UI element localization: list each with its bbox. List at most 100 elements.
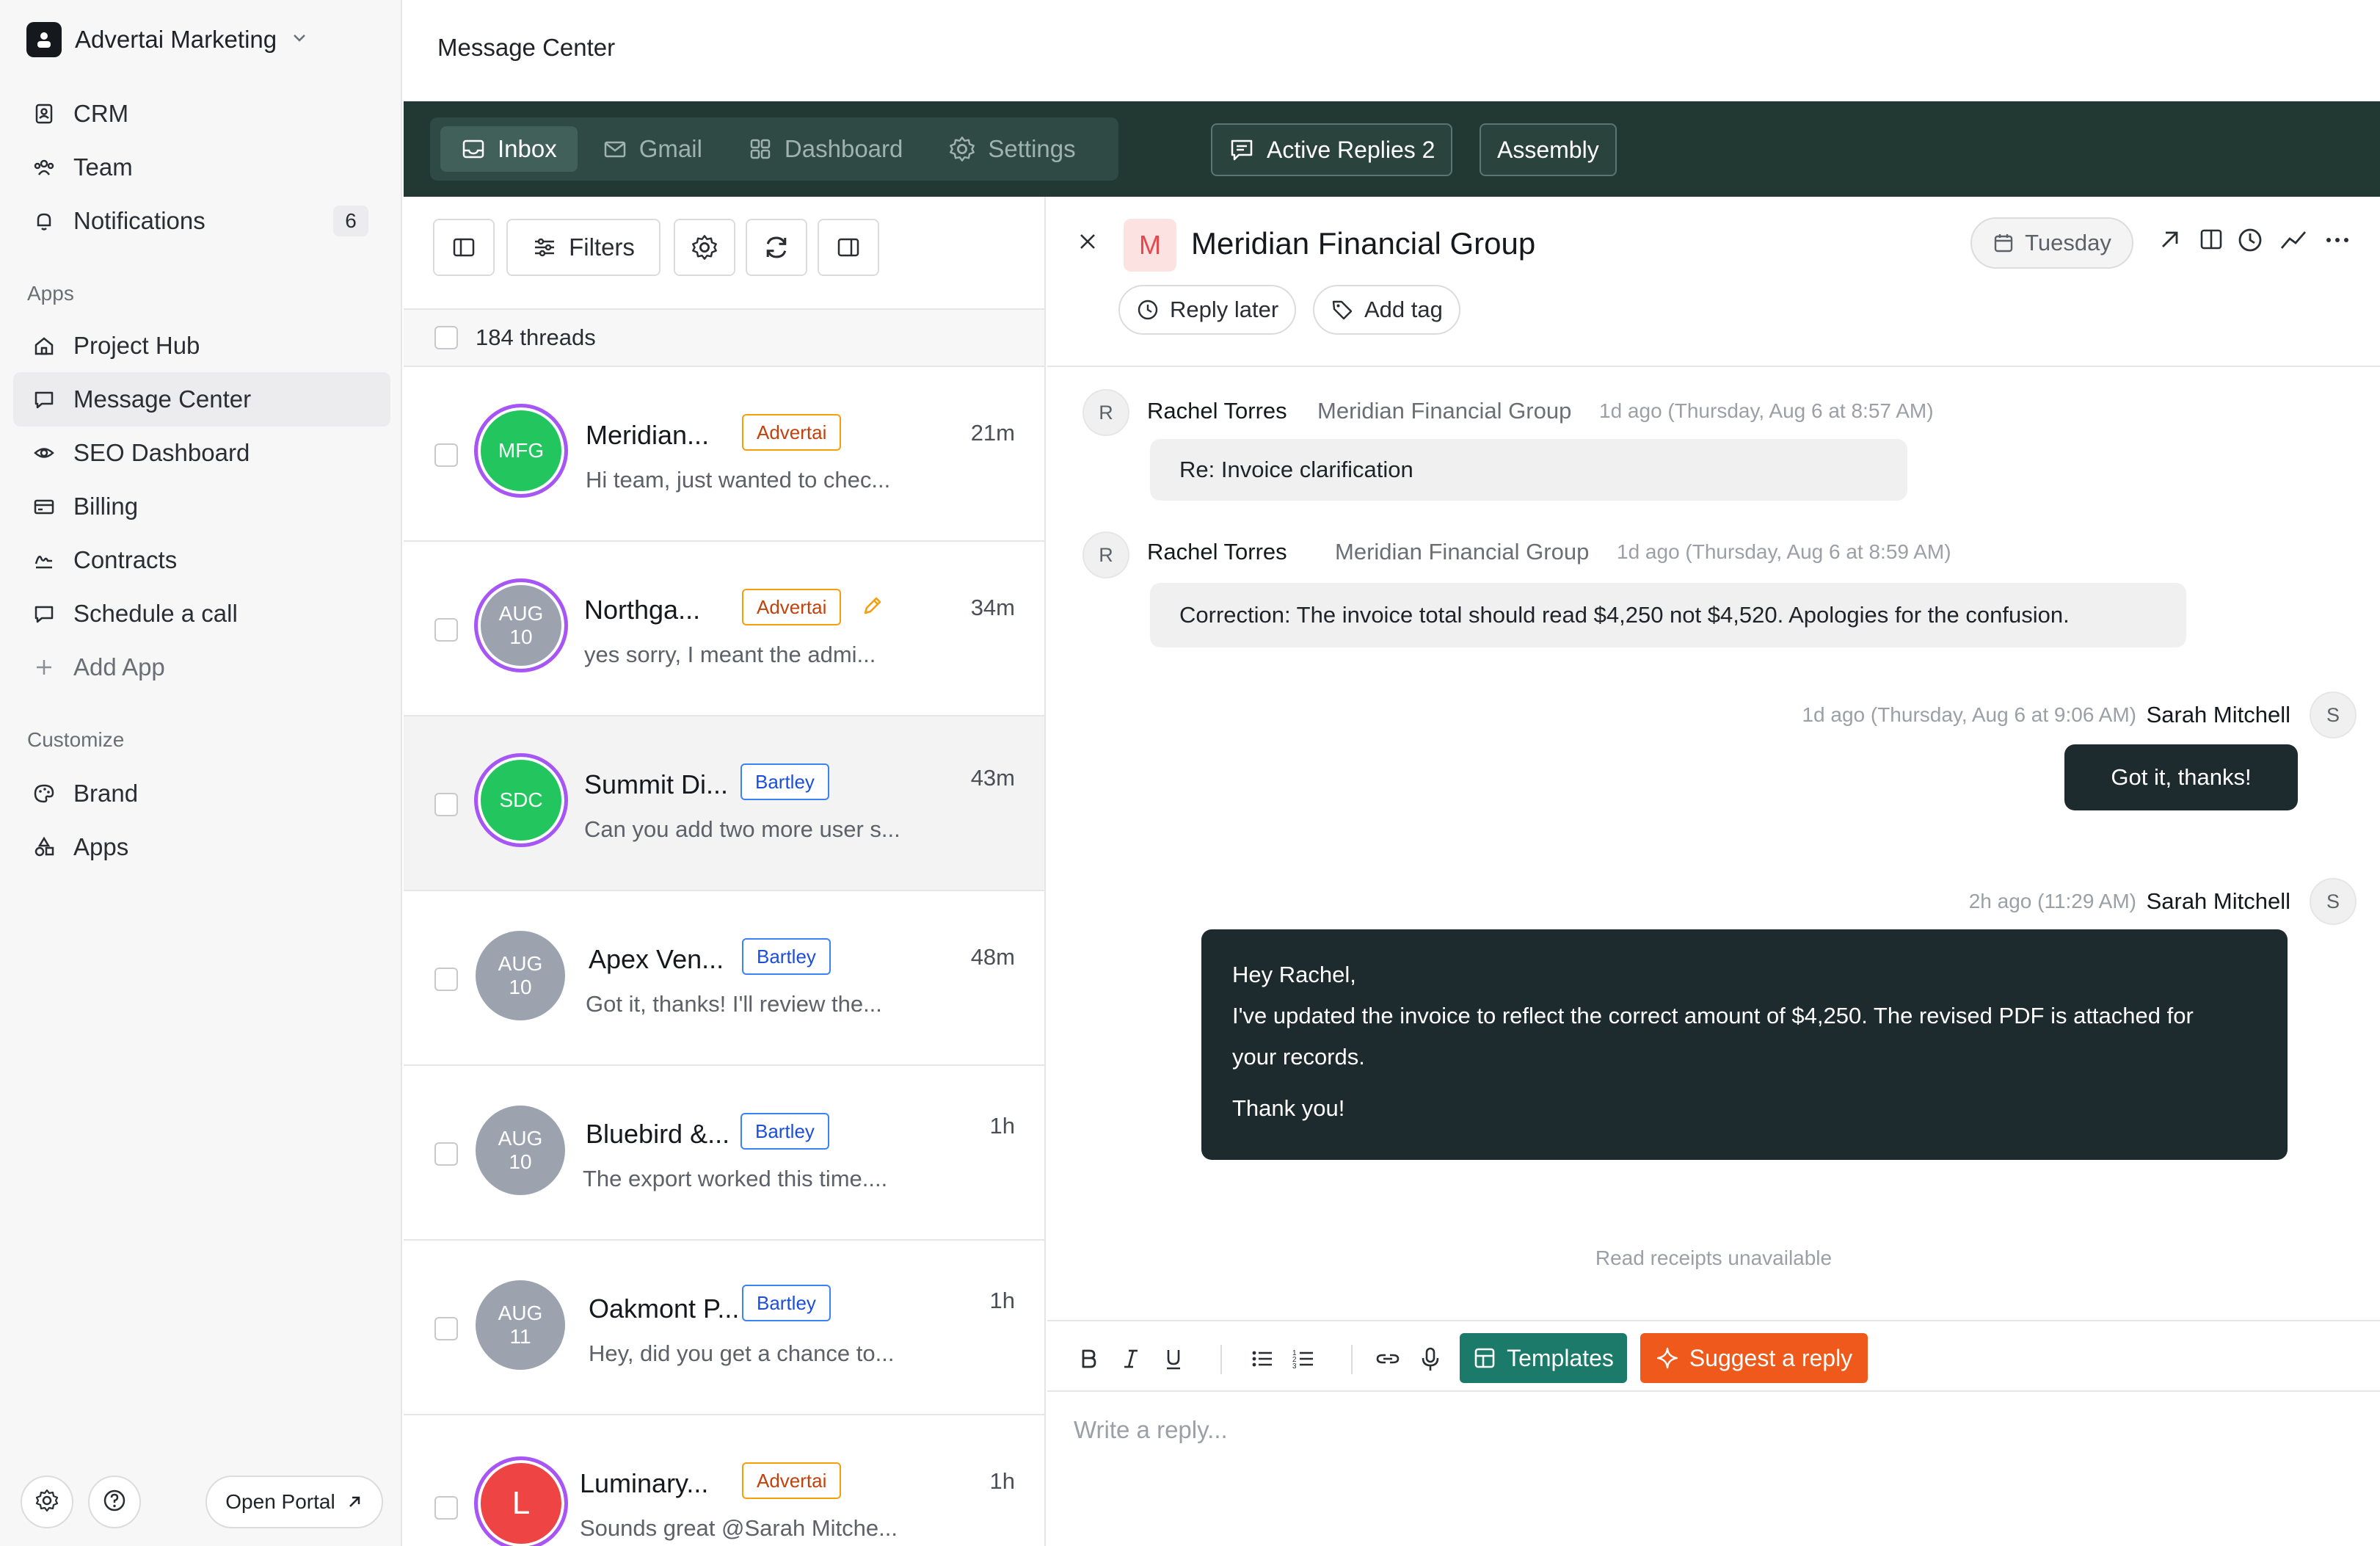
thread-row[interactable]: MFG Meridian... Advertai 21m Hi team, ju… bbox=[404, 367, 1044, 542]
composer-toolbar: 123 Templates Suggest a reply bbox=[1047, 1320, 2380, 1392]
sidebar-item-notifications[interactable]: Notifications 6 bbox=[13, 194, 390, 248]
toggle-sidebar-button[interactable] bbox=[433, 219, 495, 276]
sidebar-item-brand[interactable]: Brand bbox=[13, 766, 390, 821]
grid-icon bbox=[748, 137, 773, 162]
microphone-icon[interactable] bbox=[1419, 1346, 1442, 1376]
tab-gmail[interactable]: Gmail bbox=[582, 126, 723, 172]
sidebar-item-message-center[interactable]: Message Center bbox=[13, 372, 390, 427]
thread-row[interactable]: AUG 11 Oakmont P... Bartley 1h Hey, did … bbox=[404, 1241, 1044, 1415]
workspace-logo-icon bbox=[26, 22, 62, 57]
gear-icon bbox=[692, 235, 717, 260]
split-panel-icon[interactable] bbox=[2198, 226, 2224, 256]
date-pill[interactable]: Tuesday bbox=[1970, 217, 2133, 269]
thread-row[interactable]: AUG 10 Northga... Advertai 34m yes sorry… bbox=[404, 542, 1044, 716]
chat-bubble-icon bbox=[31, 386, 57, 413]
thread-checkbox[interactable] bbox=[434, 968, 458, 991]
sliders-icon bbox=[535, 238, 555, 257]
assembly-button[interactable]: Assembly bbox=[1480, 123, 1617, 176]
tab-settings[interactable]: Settings bbox=[928, 126, 1096, 172]
underline-icon[interactable] bbox=[1162, 1346, 1185, 1375]
sidebar-item-label: Project Hub bbox=[73, 332, 200, 359]
clock-icon bbox=[1136, 298, 1160, 322]
message-timestamp: 1d ago (Thursday, Aug 6 at 9:06 AM) bbox=[1802, 703, 2136, 726]
thread-count: 184 threads bbox=[476, 324, 596, 350]
thread-snippet: Got it, thanks! I'll review the... bbox=[586, 991, 882, 1017]
thread-snippet: The export worked this time.... bbox=[583, 1166, 888, 1191]
add-tag-button[interactable]: Add tag bbox=[1313, 285, 1460, 335]
thread-row[interactable]: L Luminary... Advertai 1h Sounds great @… bbox=[404, 1415, 1044, 1546]
sidebar-item-team[interactable]: Team bbox=[13, 140, 390, 195]
tab-label: Settings bbox=[988, 135, 1076, 162]
tab-dashboard[interactable]: Dashboard bbox=[727, 126, 923, 172]
reply-input[interactable] bbox=[1072, 1415, 2246, 1445]
message-sender: Sarah Mitchell bbox=[2146, 702, 2290, 727]
page-header: Message Center bbox=[404, 0, 2380, 101]
sidebar-item-seo-dashboard[interactable]: SEO Dashboard bbox=[13, 426, 390, 480]
filters-button[interactable]: Filters bbox=[506, 219, 660, 276]
tab-label: Gmail bbox=[638, 135, 702, 162]
avatar-text: 10 bbox=[509, 625, 533, 648]
reply-later-button[interactable]: Reply later bbox=[1118, 285, 1297, 335]
thread-row[interactable]: SDC Summit Di... Bartley 43m Can you add… bbox=[404, 716, 1044, 891]
numbered-list-icon[interactable]: 123 bbox=[1291, 1346, 1316, 1375]
tab-inbox[interactable]: Inbox bbox=[440, 126, 578, 172]
sidebar-item-label: Notifications bbox=[73, 207, 205, 234]
sidebar-item-project-hub[interactable]: Project Hub bbox=[13, 319, 390, 373]
workspace-switcher[interactable]: Advertai Marketing bbox=[26, 21, 309, 59]
bullet-list-icon[interactable] bbox=[1250, 1346, 1275, 1375]
close-icon[interactable] bbox=[1075, 229, 1100, 258]
thread-row[interactable]: AUG 10 Bluebird &... Bartley 1h The expo… bbox=[404, 1066, 1044, 1241]
clock-icon[interactable] bbox=[2236, 226, 2264, 258]
italic-icon[interactable] bbox=[1119, 1346, 1143, 1375]
thread-checkbox[interactable] bbox=[434, 1317, 458, 1340]
thread-row[interactable]: AUG 10 Apex Ven... Bartley 48m Got it, t… bbox=[404, 891, 1044, 1066]
message-org: Meridian Financial Group bbox=[1335, 539, 1590, 565]
refresh-button[interactable] bbox=[746, 219, 807, 276]
thread-checkbox[interactable] bbox=[434, 443, 458, 467]
avatar-text: AUG bbox=[498, 952, 543, 975]
message-bubble: Re: Invoice clarification bbox=[1150, 439, 1907, 501]
message-line: I've updated the invoice to reflect the … bbox=[1232, 1003, 2194, 1028]
select-all-checkbox[interactable] bbox=[434, 326, 458, 349]
sidebar-item-contracts[interactable]: Contracts bbox=[13, 533, 390, 587]
pencil-icon[interactable] bbox=[860, 593, 885, 622]
contact-avatar: M bbox=[1124, 219, 1176, 272]
thread-checkbox[interactable] bbox=[434, 1496, 458, 1520]
add-app-button[interactable]: Add App bbox=[13, 640, 390, 694]
trend-line-icon[interactable] bbox=[2279, 226, 2308, 258]
avatar: AUG 10 bbox=[476, 931, 565, 1020]
sidebar-item-billing[interactable]: Billing bbox=[13, 479, 390, 534]
sidebar-item-schedule-a-call[interactable]: Schedule a call bbox=[13, 587, 390, 641]
toggle-detail-panel-button[interactable] bbox=[818, 219, 879, 276]
settings-button[interactable] bbox=[21, 1476, 73, 1528]
arrow-up-right-icon[interactable] bbox=[2157, 226, 2183, 256]
inbox-icon bbox=[461, 137, 486, 162]
chat-bubble-icon bbox=[31, 600, 57, 627]
link-icon[interactable] bbox=[1373, 1346, 1402, 1375]
read-receipts-status: Read receipts unavailable bbox=[1595, 1246, 1833, 1269]
sidebar-item-crm[interactable]: CRM bbox=[13, 87, 390, 141]
thread-checkbox[interactable] bbox=[434, 1142, 458, 1166]
sidebar-item-label: CRM bbox=[73, 100, 129, 127]
plus-icon bbox=[31, 654, 57, 681]
active-replies-button[interactable]: Active Replies 2 bbox=[1211, 123, 1453, 176]
thread-checkbox[interactable] bbox=[434, 618, 458, 642]
tab-group: Inbox Gmail Dashboard Settings bbox=[430, 117, 1118, 181]
help-button[interactable] bbox=[88, 1476, 141, 1528]
thread-checkbox[interactable] bbox=[434, 793, 458, 816]
more-options-icon[interactable] bbox=[2323, 226, 2352, 258]
bold-icon[interactable] bbox=[1077, 1346, 1100, 1375]
thread-snippet: yes sorry, I meant the admi... bbox=[584, 642, 876, 667]
apps-section-label: Apps bbox=[27, 282, 74, 305]
thread-time: 43m bbox=[970, 765, 1015, 791]
mail-icon bbox=[603, 137, 627, 162]
open-portal-button[interactable]: Open Portal bbox=[205, 1476, 383, 1528]
thread-snippet: Can you add two more user s... bbox=[584, 816, 900, 842]
message-avatar: S bbox=[2310, 692, 2357, 738]
list-settings-button[interactable] bbox=[674, 219, 735, 276]
message-square-icon bbox=[1229, 137, 1255, 163]
suggest-reply-button[interactable]: Suggest a reply bbox=[1640, 1333, 1868, 1383]
sidebar-item-apps[interactable]: Apps bbox=[13, 820, 390, 874]
workspace-tag: Advertai bbox=[742, 1462, 842, 1499]
templates-button[interactable]: Templates bbox=[1460, 1333, 1627, 1383]
